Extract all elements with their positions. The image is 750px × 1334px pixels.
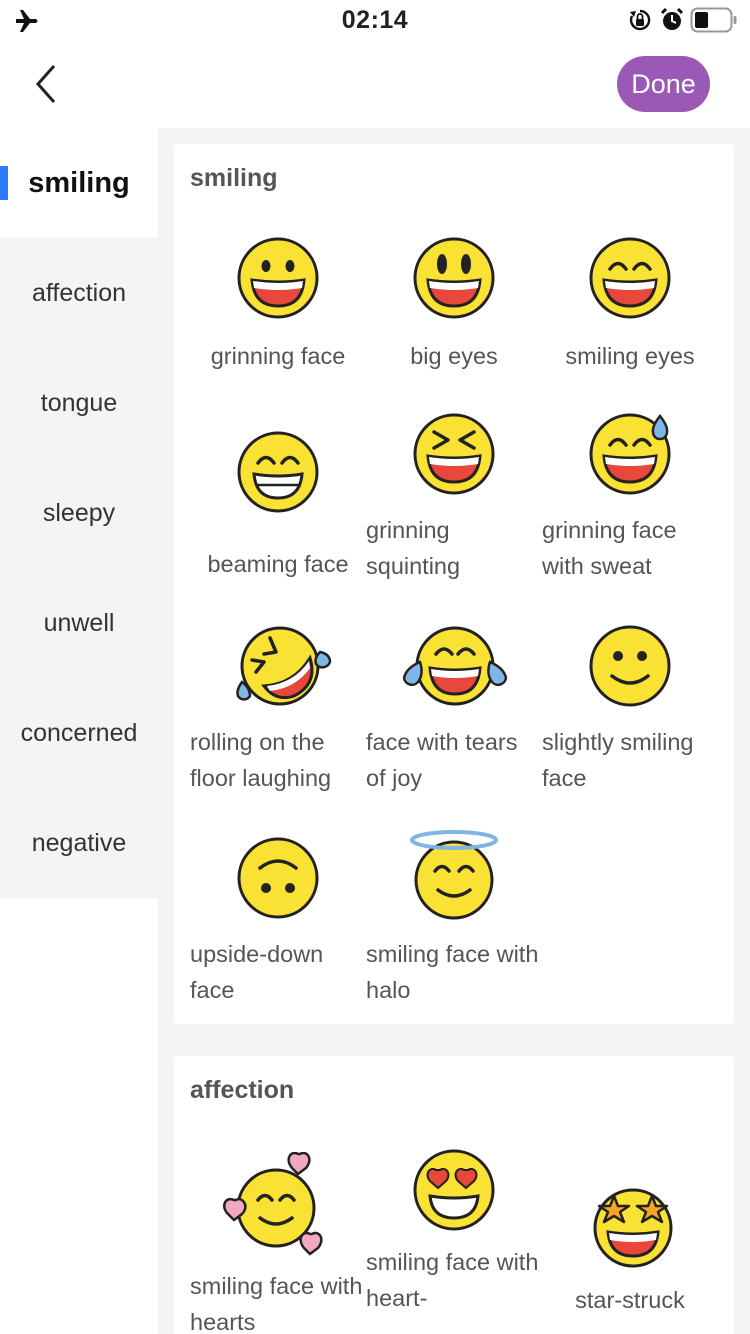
emoji-beaming-face[interactable]: beaming face [190, 430, 366, 590]
star-struck-face-icon [593, 1188, 673, 1268]
emoji-label: beaming face [207, 551, 349, 577]
emoji-grinning-face-with-sweat[interactable]: grinning face with sweat [542, 412, 718, 582]
smiling-face-with-halo-icon [410, 830, 498, 920]
emoji-smiling-eyes[interactable]: smiling eyes [542, 236, 718, 386]
emoji-grinning-squinting[interactable]: grinning squinting [366, 412, 542, 582]
emoji-label: grinning squinting [366, 517, 461, 579]
emoji-upside-down-face[interactable]: upside-down face [190, 836, 366, 1006]
emoji-rolling-on-the-floor-laughing[interactable]: rolling on the floor laughing [190, 624, 366, 794]
grinning-squinting-face-icon [413, 413, 495, 495]
sidebar-item-label: sleepy [42, 499, 116, 527]
section-smiling: smiling grinning face big eyes smiling e… [174, 144, 734, 1024]
emoji-label: smiling eyes [565, 343, 695, 369]
emoji-label: grinning face [210, 343, 346, 369]
upside-down-face-icon [237, 837, 319, 919]
emoji-label: slightly smiling face [542, 729, 694, 791]
grinning-face-icon [237, 237, 319, 319]
section-title: smiling [190, 164, 278, 192]
category-sidebar: smiling affection tongue sleepy unwell c… [0, 128, 158, 1334]
battery-icon [690, 7, 737, 33]
category-list: smiling affection tongue sleepy unwell c… [0, 128, 158, 898]
sidebar-item-label: unwell [43, 609, 115, 637]
sidebar-item-unwell[interactable]: unwell [0, 568, 158, 678]
heart-eyes-face-icon [413, 1149, 495, 1231]
emoji-face-with-tears-of-joy[interactable]: face with tears of joy [366, 624, 542, 794]
sidebar-item-smiling[interactable]: smiling [0, 128, 158, 238]
emoji-label: star-struck [575, 1287, 685, 1313]
emoji-grinning-face[interactable]: grinning face [190, 236, 366, 386]
smiling-face-with-hearts-icon [223, 1152, 323, 1256]
emoji-label: grinning face with sweat [542, 517, 677, 579]
tears-of-joy-face-icon [402, 626, 508, 706]
emoji-star-struck[interactable]: star-struck [542, 1184, 718, 1324]
status-bar: 02:14 [0, 0, 750, 40]
orientation-lock-icon [629, 9, 651, 31]
sidebar-item-tongue[interactable]: tongue [0, 348, 158, 458]
big-eyes-face-icon [413, 237, 495, 319]
chevron-left-icon[interactable] [26, 62, 66, 106]
active-indicator [0, 166, 8, 200]
emoji-label: upside-down face [190, 941, 324, 1003]
emoji-smiling-face-with-heart-eyes[interactable]: smiling face with heart- [366, 1148, 542, 1328]
emoji-smiling-face-with-halo[interactable]: smiling face with halo [366, 828, 542, 1008]
smiling-eyes-face-icon [589, 237, 671, 319]
sidebar-item-concerned[interactable]: concerned [0, 678, 158, 788]
sidebar-item-label: affection [31, 279, 127, 307]
grinning-face-with-sweat-icon [589, 413, 671, 495]
emoji-label: rolling on the floor laughing [190, 729, 332, 791]
nav-bar: Done [0, 40, 750, 128]
emoji-label: smiling face with hearts [190, 1273, 363, 1334]
slightly-smiling-face-icon [589, 625, 671, 707]
rolling-laughing-face-icon [236, 626, 332, 706]
emoji-smiling-face-with-hearts[interactable]: smiling face with hearts [190, 1152, 366, 1334]
sidebar-item-label: negative [31, 829, 127, 857]
sidebar-item-label: concerned [20, 719, 138, 747]
emoji-label: smiling face with halo [366, 941, 539, 1003]
emoji-content[interactable]: smiling grinning face big eyes smiling e… [158, 128, 750, 1334]
sidebar-item-sleepy[interactable]: sleepy [0, 458, 158, 568]
emoji-big-eyes[interactable]: big eyes [366, 236, 542, 386]
sidebar-item-label: smiling [28, 167, 130, 199]
sidebar-item-negative[interactable]: negative [0, 788, 158, 898]
beaming-face-icon [237, 431, 319, 513]
emoji-label: big eyes [410, 343, 498, 369]
emoji-label: face with tears of joy [366, 729, 518, 791]
sidebar-item-label: tongue [40, 389, 118, 417]
section-affection: affection smiling face with hearts smili… [174, 1056, 734, 1334]
sidebar-item-affection[interactable]: affection [0, 238, 158, 348]
alarm-icon [660, 7, 684, 30]
emoji-label: smiling face with heart- [366, 1249, 539, 1311]
section-title: affection [190, 1076, 295, 1104]
emoji-slightly-smiling-face[interactable]: slightly smiling face [542, 624, 718, 794]
done-button[interactable]: Done [617, 56, 710, 112]
